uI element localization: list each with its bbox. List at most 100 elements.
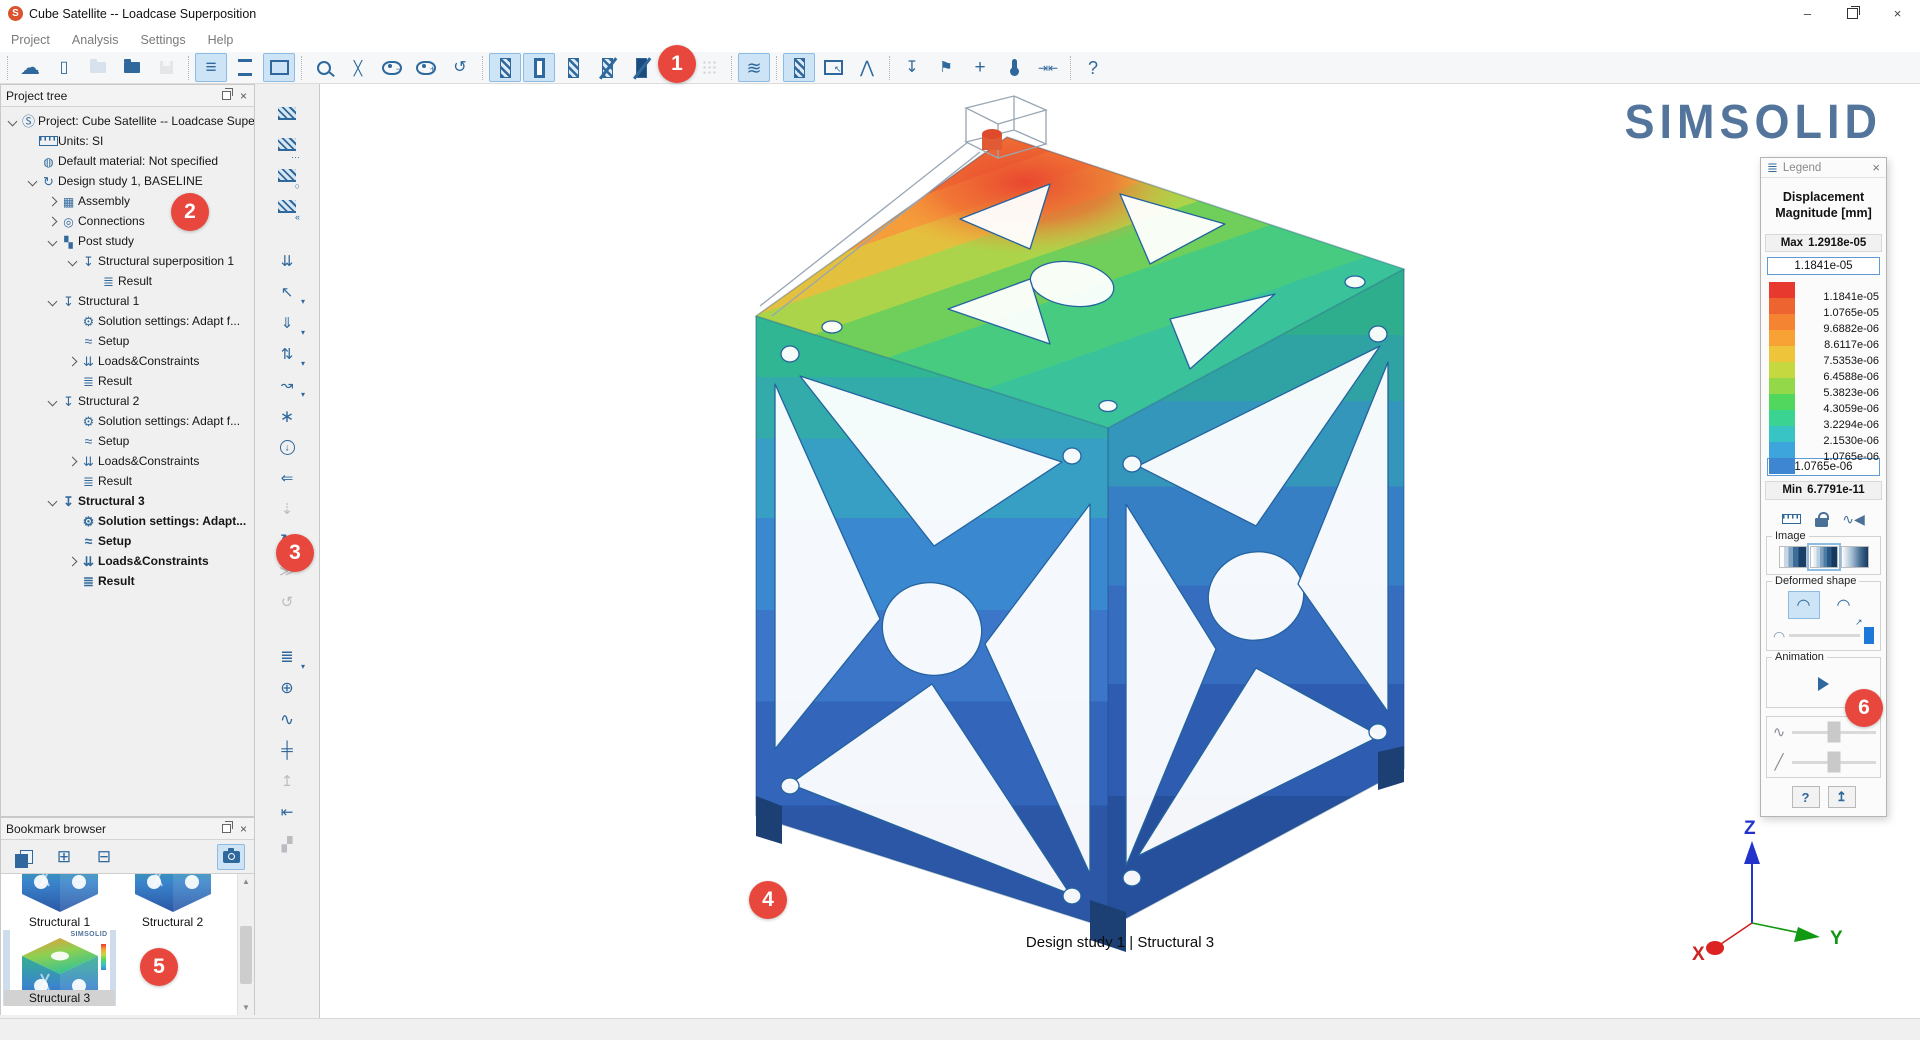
fit-view-button[interactable]: ⇥⇤ <box>1032 53 1064 82</box>
legend-header[interactable]: ≣ Legend × <box>1761 158 1886 178</box>
bolt-results-button[interactable]: ╪ <box>272 737 302 764</box>
grid-points-button[interactable] <box>693 53 725 82</box>
bookmark-thumbnail[interactable]: SIMSOLID <box>10 930 110 990</box>
apply-load-button[interactable]: ↧ <box>896 53 928 82</box>
tree-item-solution-settings-adapt-f[interactable]: ⚙Solution settings: Adapt f... <box>1 411 254 431</box>
contour-results-button[interactable]: ≣▾ <box>272 644 302 671</box>
tree-item-result[interactable]: ≣Result <box>1 571 254 591</box>
tree-expander[interactable] <box>45 218 59 225</box>
image-style-banded-button[interactable] <box>1810 546 1838 568</box>
amplitude-slider[interactable] <box>1792 731 1876 734</box>
zoom-pick-button[interactable] <box>308 53 340 82</box>
tree-item-units-si[interactable]: Units: SI <box>1 131 254 151</box>
remove-bookmark-button[interactable]: ⊟ <box>90 844 118 870</box>
rotate-section-button[interactable]: ↺ <box>444 53 476 82</box>
pressure-button[interactable]: ⇓▾ <box>272 310 302 337</box>
tree-expander[interactable] <box>65 458 79 465</box>
tree-expander[interactable] <box>65 358 79 365</box>
tree-item-loads-constraints[interactable]: ⇊Loads&Constraints <box>1 351 254 371</box>
float-panel-button[interactable] <box>222 91 231 100</box>
save-bookmarks-button[interactable] <box>10 844 38 870</box>
amplitude-handle[interactable] <box>1828 722 1841 743</box>
bookmark-item-structural-3[interactable]: SIMSOLIDStructural 3 <box>3 930 116 1006</box>
tree-expander[interactable] <box>45 238 59 245</box>
global-results-button[interactable]: ⊕ <box>272 675 302 702</box>
tree-item-structural-2[interactable]: ↧Structural 2 <box>1 391 254 411</box>
viewport-3d[interactable]: Z Y X SIMSOLID Design study 1 | Structur… <box>320 84 1920 1018</box>
outline-parts-button[interactable] <box>523 53 555 82</box>
help-button[interactable]: ? <box>1077 53 1109 82</box>
tree-expander[interactable] <box>45 398 59 405</box>
imported-load-button[interactable]: ⇐ <box>272 465 302 492</box>
image-style-discrete-button[interactable] <box>1779 546 1807 568</box>
pick-box-button[interactable]: ↖ <box>817 53 849 82</box>
tree-item-assembly[interactable]: ▦Assembly <box>1 191 254 211</box>
model-scene[interactable]: Z Y X <box>320 84 1920 1018</box>
thermal-load-button[interactable]: ∗ <box>272 403 302 430</box>
tree-item-setup[interactable]: ≈Setup <box>1 331 254 351</box>
bearing-load-button[interactable]: ↝▾ <box>272 372 302 399</box>
sliding-support-button[interactable]: … <box>272 131 302 158</box>
project-tree-toggle[interactable]: ≡ <box>195 53 227 82</box>
minimize-button[interactable]: – <box>1785 0 1830 27</box>
bookmark-item-structural-1[interactable]: Structural 1 <box>3 874 116 930</box>
cube-satellite-model[interactable] <box>756 96 1404 952</box>
dropdown-arrow-icon[interactable]: ▾ <box>301 297 305 306</box>
tree-expander[interactable] <box>65 558 79 565</box>
lock-icon[interactable] <box>1815 518 1828 527</box>
menu-item-analysis[interactable]: Analysis <box>61 27 130 52</box>
flag-button[interactable]: ⚑ <box>930 53 962 82</box>
tree-item-result[interactable]: ≣Result <box>1 271 254 291</box>
maximize-button[interactable] <box>1830 0 1875 27</box>
bookmark-thumbnail[interactable] <box>10 874 110 914</box>
tree-expander[interactable] <box>65 258 79 265</box>
deformed-on-button[interactable]: ◠ <box>1788 591 1820 619</box>
tree-item-connections[interactable]: ◎Connections <box>1 211 254 231</box>
dropdown-arrow-icon[interactable]: ▾ <box>301 390 305 399</box>
cloud-button[interactable]: ☁ <box>14 53 46 82</box>
tree-expander[interactable] <box>25 178 39 185</box>
add-bookmark-button[interactable]: ⊞ <box>50 844 78 870</box>
tree-item-loads-constraints[interactable]: ⇊Loads&Constraints <box>1 451 254 471</box>
graph-results-button[interactable]: ∿ <box>272 706 302 733</box>
bookmark-browser-toggle[interactable] <box>263 53 295 82</box>
play-animation-button[interactable] <box>1818 677 1829 691</box>
tree-item-design-study-1-baseline[interactable]: ↻Design study 1, BASELINE <box>1 171 254 191</box>
new-file-button[interactable]: ▯ <box>48 53 80 82</box>
tree-item-structural-superposition-1[interactable]: ↧Structural superposition 1 <box>1 251 254 271</box>
close-panel-button[interactable]: × <box>240 822 247 836</box>
measure-compass-button[interactable]: ⋀ <box>851 53 883 82</box>
float-panel-button[interactable] <box>222 824 231 833</box>
measure-button[interactable]: ╳ <box>342 53 374 82</box>
tree-item-setup[interactable]: ≈Setup <box>1 531 254 551</box>
hinge-support-button[interactable]: ○ <box>272 162 302 189</box>
remote-load-button[interactable]: ⇅▾ <box>272 341 302 368</box>
show-button[interactable]: + <box>410 53 442 82</box>
tree-item-result[interactable]: ≣Result <box>1 471 254 491</box>
open-folder-button[interactable] <box>82 53 114 82</box>
bookmark-thumbnail[interactable] <box>123 874 223 914</box>
tree-item-project-cube-satellite-loadcase-superposition[interactable]: ⓈProject: Cube Satellite -- Loadcase Sup… <box>1 111 254 131</box>
pick-part-button[interactable]: ↖ <box>783 53 815 82</box>
legend-close-button[interactable]: × <box>1872 160 1880 175</box>
hide-striped-button[interactable] <box>591 53 623 82</box>
scroll-down-icon[interactable]: ▼ <box>238 1000 254 1015</box>
image-style-smooth-button[interactable] <box>1841 546 1869 568</box>
striped-parts-button[interactable] <box>557 53 589 82</box>
tree-item-structural-3[interactable]: ↧Structural 3 <box>1 491 254 511</box>
gravity-load-button[interactable] <box>272 434 302 461</box>
tree-expander[interactable] <box>45 298 59 305</box>
legend-help-button[interactable]: ? <box>1792 786 1820 808</box>
force-button[interactable]: ↖▾ <box>272 279 302 306</box>
flat-view-toggle[interactable] <box>229 53 261 82</box>
limit-markers-icon[interactable]: ∿◀ <box>1842 512 1865 526</box>
tree-expander[interactable] <box>5 118 19 125</box>
distributed-load-button[interactable]: ⇊ <box>272 248 302 275</box>
deformed-auto-button[interactable]: ◠↗ <box>1828 591 1860 619</box>
tree-item-loads-constraints[interactable]: ⇊Loads&Constraints <box>1 551 254 571</box>
ruler-icon[interactable] <box>1782 514 1801 524</box>
dropdown-arrow-icon[interactable]: ▾ <box>301 359 305 368</box>
menu-item-help[interactable]: Help <box>197 27 245 52</box>
dropdown-arrow-icon[interactable]: ▾ <box>301 662 305 671</box>
symmetry-button[interactable]: « <box>272 193 302 220</box>
